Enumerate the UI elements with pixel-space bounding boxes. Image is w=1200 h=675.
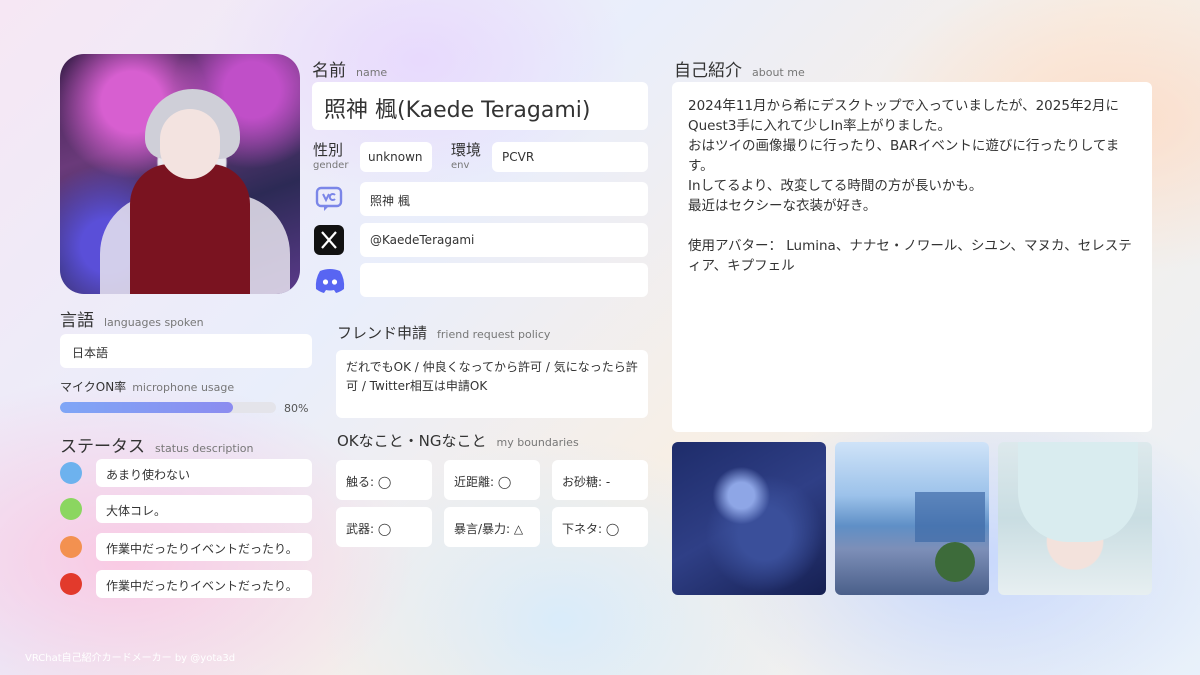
- about-line: Inしてるより、改変してる時間の方が長いかも。: [688, 178, 983, 194]
- about-text-box: 2024年11月から希にデスクトップで入っていましたが、2025年2月にQues…: [672, 82, 1152, 432]
- name-field: 照神 楓(Kaede Teragami): [312, 82, 648, 130]
- gender-field: unknown: [360, 142, 432, 172]
- about-line: [688, 216, 1136, 236]
- boundaries-heading: OKなこと・NGなこと my boundaries: [337, 432, 579, 450]
- status-text-red: 作業中だったりイベントだったり。: [96, 570, 312, 598]
- friend-policy-field: だれでもOK / 仲良くなってから許可 / 気になったら許可 / Twitter…: [336, 350, 648, 418]
- discord-icon: [314, 266, 345, 296]
- about-line: おはツイの画像撮りに行ったり、BARイベントに遊びに行ったりしてます。: [688, 138, 1120, 174]
- status-dot-orange: [60, 536, 82, 558]
- mic-usage-label: マイクON率 microphone usage: [60, 380, 235, 394]
- boundary-cell: 下ネタ: ◯: [552, 507, 648, 547]
- env-field: PCVR: [492, 142, 648, 172]
- status-dot-red: [60, 573, 82, 595]
- gender-label: 性別 gender: [313, 141, 349, 171]
- status-row-blue: あまり使わない: [60, 459, 312, 490]
- discord-field: [360, 263, 648, 297]
- vrchat-icon: [314, 184, 344, 214]
- boundary-cell: お砂糖: -: [552, 460, 648, 500]
- status-dot-green: [60, 498, 82, 520]
- about-heading: 自己紹介 about me: [674, 61, 805, 81]
- about-line: 最近はセクシーな衣装が好き。: [688, 198, 877, 214]
- languages-heading: 言語 languages spoken: [60, 311, 204, 331]
- footer-credit: VRChat自己紹介カードメーカー by @yota3d: [25, 653, 236, 664]
- gallery-photo-2: [835, 442, 989, 595]
- status-text-green: 大体コレ。: [96, 495, 312, 523]
- name-heading: 名前 name: [312, 61, 388, 81]
- boundary-cell: 近距離: ◯: [444, 460, 540, 500]
- boundary-cell: 触る: ◯: [336, 460, 432, 500]
- status-row-green: 大体コレ。: [60, 495, 312, 526]
- status-row-orange: 作業中だったりイベントだったり。: [60, 533, 312, 564]
- boundary-cell: 暴言/暴力: △: [444, 507, 540, 547]
- mic-usage-fill: [60, 402, 233, 413]
- env-label: 環境 env: [451, 141, 482, 171]
- vrchat-name-field: 照神 楓: [360, 182, 648, 216]
- mic-usage-value: 80%: [284, 402, 309, 415]
- gallery-photo-3: [998, 442, 1152, 595]
- status-row-red: 作業中だったりイベントだったり。: [60, 570, 312, 601]
- mic-usage-bar: [60, 402, 276, 413]
- gallery-photo-1: [672, 442, 826, 595]
- x-icon: [314, 225, 344, 255]
- status-heading: ステータス status description: [60, 437, 254, 457]
- x-handle-field: @KaedeTeragami: [360, 223, 648, 257]
- about-line: 2024年11月から希にデスクトップで入っていましたが、2025年2月にQues…: [688, 98, 1120, 134]
- boundary-cell: 武器: ◯: [336, 507, 432, 547]
- about-line: 使用アバター： Lumina、ナナセ・ノワール、シユン、マヌカ、セレスティア、キ…: [688, 238, 1132, 274]
- status-text-blue: あまり使わない: [96, 459, 312, 487]
- status-dot-blue: [60, 462, 82, 484]
- avatar-image: [60, 54, 300, 294]
- status-text-orange: 作業中だったりイベントだったり。: [96, 533, 312, 561]
- friend-policy-heading: フレンド申請 friend request policy: [337, 324, 551, 342]
- languages-field: 日本語: [60, 334, 312, 368]
